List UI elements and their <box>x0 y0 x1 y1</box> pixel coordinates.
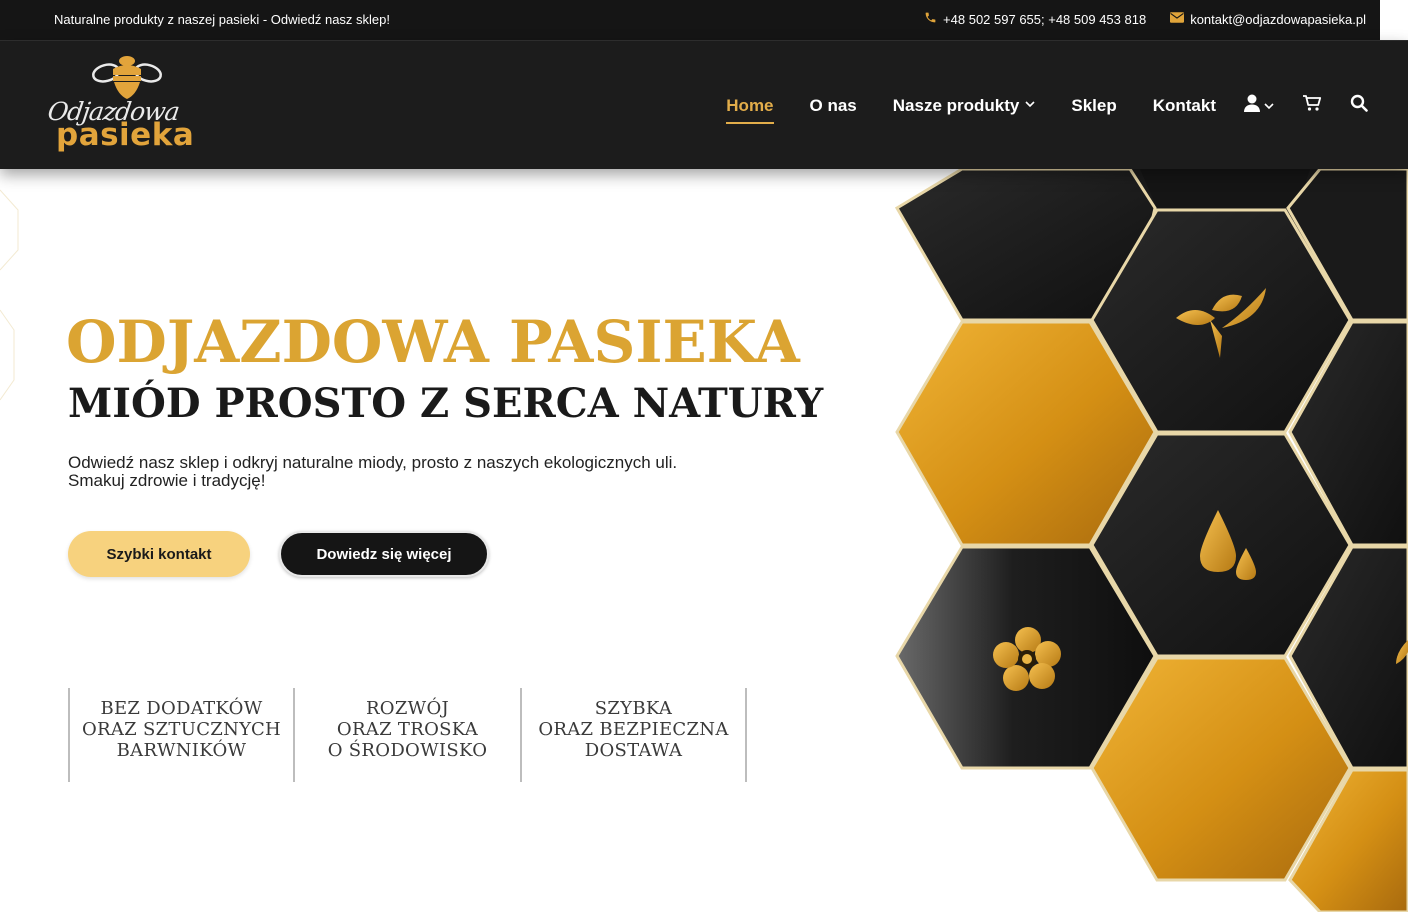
feature-line: ORAZ BEZPIECZNA <box>538 719 729 740</box>
feature-line: DOSTAWA <box>584 740 683 761</box>
hero-title: ODJAZDOWA PASIEKA <box>66 308 800 376</box>
chevron-down-icon <box>1025 100 1035 111</box>
nav-sklep-label: Sklep <box>1071 95 1117 115</box>
feature-line: BARWNIKÓW <box>116 740 247 761</box>
feature-line: SZYBKA <box>594 698 673 719</box>
contact-info: +48 502 597 655; +48 509 453 818 kontakt… <box>924 11 1366 27</box>
user-icon <box>1244 94 1260 117</box>
logo-word: pasieka <box>56 117 195 153</box>
nav-home-label: Home <box>726 95 774 115</box>
nav-nasze-produkty-label: Nasze produkty <box>892 95 1020 115</box>
feature-line: ORAZ SZTUCZNYCH <box>81 719 282 740</box>
nav-kontakt-label: Kontakt <box>1152 95 1216 115</box>
feature-line: ROZWÓJ <box>365 698 450 719</box>
feature-line: O ŚRODOWISKO <box>327 740 488 761</box>
cart-icon <box>1302 94 1322 117</box>
email-address: kontakt@odjazdowapasieka.pl <box>1190 11 1366 27</box>
learn-more-button[interactable]: Dowiedz się więcej <box>279 531 489 577</box>
top-bar: Naturalne produkty z naszej pasieki - Od… <box>0 0 1380 40</box>
nav-o-nas[interactable]: O nas <box>810 90 857 122</box>
main-nav: Home O nas Nasze produkty Sklep Kontakt <box>726 41 1368 170</box>
phone-icon <box>924 11 937 27</box>
feature-no-additives: BEZ DODATKÓW ORAZ SZTUCZNYCH BARWNIKÓW <box>68 688 293 782</box>
main-header: Odjazdowa pasieka Home O nas Nasze produ… <box>0 40 1408 169</box>
hero-subtitle: MIÓD PROSTO Z SERCA NATURY <box>68 380 824 427</box>
hero-description: Odwiedź nasz sklep i odkryj naturalne mi… <box>68 454 768 490</box>
search-icon <box>1350 94 1368 117</box>
phone-contact[interactable]: +48 502 597 655; +48 509 453 818 <box>924 11 1146 27</box>
quick-contact-button[interactable]: Szybki kontakt <box>68 531 250 577</box>
feature-delivery: SZYBKA ORAZ BEZPIECZNA DOSTAWA <box>520 688 747 782</box>
hero-description-line1: Odwiedź nasz sklep i odkryj naturalne mi… <box>68 453 678 472</box>
envelope-icon <box>1170 12 1185 26</box>
nav-home[interactable]: Home <box>726 90 774 124</box>
email-contact[interactable]: kontakt@odjazdowapasieka.pl <box>1170 12 1366 27</box>
nav-sklep[interactable]: Sklep <box>1071 90 1116 122</box>
search-button[interactable] <box>1350 94 1368 117</box>
chevron-down-icon <box>1264 97 1274 115</box>
feature-line: BEZ DODATKÓW <box>100 698 263 719</box>
hero-description-line2: Smakuj zdrowie i tradycję! <box>68 471 266 490</box>
decorative-hex-lines <box>0 189 19 401</box>
nav-nasze-produkty[interactable]: Nasze produkty <box>893 90 1036 122</box>
feature-environment: ROZWÓJ ORAZ TROSKA O ŚRODOWISKO <box>293 688 520 782</box>
phone-numbers: +48 502 597 655; +48 509 453 818 <box>943 11 1147 27</box>
promo-text: Naturalne produkty z naszej pasieki - Od… <box>54 12 390 27</box>
features-row: BEZ DODATKÓW ORAZ SZTUCZNYCH BARWNIKÓW R… <box>68 688 747 782</box>
nav-o-nas-label: O nas <box>809 95 857 115</box>
topbar-edge <box>1380 0 1408 40</box>
cart-button[interactable] <box>1302 94 1322 117</box>
feature-line: ORAZ TROSKA <box>336 719 479 740</box>
account-button[interactable] <box>1244 94 1274 117</box>
site-logo[interactable]: Odjazdowa pasieka <box>46 55 194 155</box>
honeycomb-graphic <box>894 169 1408 912</box>
nav-kontakt[interactable]: Kontakt <box>1153 90 1216 122</box>
